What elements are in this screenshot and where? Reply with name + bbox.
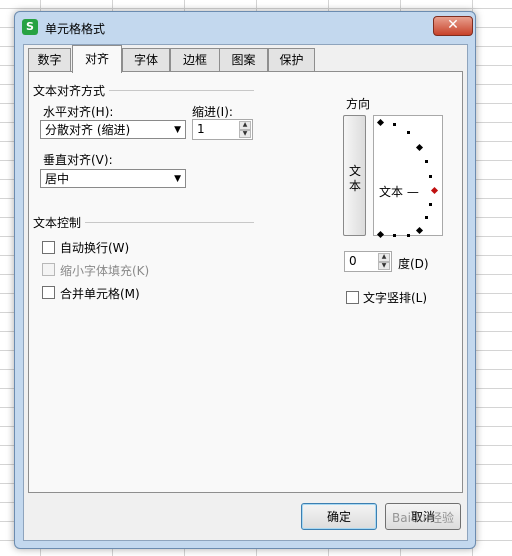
baidu-jingyan-watermark: Baidu 经验 [392, 511, 454, 525]
dial-marker [429, 175, 432, 178]
stacked-text-label: 文字竖排(L) [363, 291, 428, 305]
orientation-group-title: 方向 [346, 95, 371, 112]
shrink-to-fit-checkbox [42, 263, 55, 276]
tab-alignment[interactable]: 对齐 [72, 45, 122, 73]
dial-marker-45 [415, 143, 424, 152]
dialog-title: 单元格格式 [45, 22, 106, 36]
merge-cells-checkbox[interactable] [42, 286, 55, 299]
tab-border[interactable]: 边框 [170, 48, 220, 72]
dial-marker [393, 234, 396, 237]
text-control-group-title: 文本控制 [33, 214, 86, 231]
tab-font[interactable]: 字体 [122, 48, 170, 72]
indent-spinner[interactable]: 1 ▲ ▼ [192, 119, 253, 140]
tab-protection[interactable]: 保护 [268, 48, 315, 72]
ok-button-label: 确定 [326, 510, 351, 524]
shrink-to-fit-label: 缩小字体填充(K) [60, 264, 150, 278]
vertical-align-label: 垂直对齐(V): [43, 153, 113, 167]
tab-protection-label: 保护 [279, 53, 304, 67]
vertical-text-label: 文本 [349, 164, 362, 193]
merge-cells-label: 合并单元格(M) [60, 287, 140, 301]
dial-marker [425, 216, 428, 219]
indent-label: 缩进(I): [192, 105, 233, 119]
format-cells-dialog: S 单元格格式 ✕ 数字 对齐 字体 边框 图案 保护 文本对齐方式 水平对齐(… [14, 11, 476, 549]
title-bar[interactable]: S 单元格格式 ✕ [15, 12, 475, 42]
dialog-body: 数字 对齐 字体 边框 图案 保护 文本对齐方式 水平对齐(H): 分散对齐 (… [23, 44, 468, 541]
spin-down-icon[interactable]: ▼ [239, 129, 251, 138]
ok-button[interactable]: 确定 [301, 503, 377, 530]
dropdown-arrow-icon: ▼ [174, 125, 181, 135]
dial-marker-90 [376, 118, 385, 127]
spin-down-icon[interactable]: ▼ [378, 261, 390, 270]
dial-marker [393, 123, 396, 126]
tab-number[interactable]: 数字 [28, 48, 71, 72]
stacked-text-checkbox[interactable] [346, 291, 359, 304]
vertical-align-select[interactable]: 居中 ▼ [40, 169, 186, 188]
tab-font-label: 字体 [133, 53, 158, 67]
dial-marker [429, 203, 432, 206]
dropdown-arrow-icon: ▼ [174, 174, 181, 184]
spin-up-icon[interactable]: ▲ [378, 253, 390, 262]
wrap-text-label: 自动换行(W) [60, 241, 130, 255]
close-icon: ✕ [447, 17, 459, 33]
vertical-text-button[interactable]: 文本 [343, 115, 366, 236]
indent-value: 1 [197, 122, 205, 136]
group-divider [85, 222, 254, 223]
dial-marker [407, 131, 410, 134]
tab-alignment-label: 对齐 [84, 52, 109, 66]
tab-patterns-label: 图案 [231, 53, 256, 67]
tab-border-label: 边框 [182, 53, 207, 67]
degrees-label: 度(D) [398, 257, 429, 271]
vertical-align-value: 居中 [45, 172, 70, 186]
wps-spreadsheet-icon: S [22, 19, 38, 35]
tab-number-label: 数字 [37, 53, 62, 67]
degrees-spinner[interactable]: 0 ▲ ▼ [344, 251, 392, 272]
wrap-text-checkbox[interactable] [42, 241, 55, 254]
close-button[interactable]: ✕ [433, 16, 473, 36]
tab-patterns[interactable]: 图案 [219, 48, 268, 72]
degrees-value: 0 [349, 254, 357, 268]
spin-up-icon[interactable]: ▲ [239, 121, 251, 130]
dial-text-label: 文本 — [379, 185, 419, 199]
horizontal-align-select[interactable]: 分散对齐 (缩进) ▼ [40, 120, 186, 139]
orientation-dial[interactable]: 文本 — [373, 115, 443, 239]
dial-pointer-marker[interactable] [430, 186, 439, 195]
dial-marker-minus-45 [415, 226, 424, 235]
text-alignment-group-title: 文本对齐方式 [33, 82, 110, 99]
horizontal-align-label: 水平对齐(H): [43, 105, 114, 119]
horizontal-align-value: 分散对齐 (缩进) [45, 123, 131, 137]
dial-marker [425, 160, 428, 163]
group-divider [109, 90, 254, 91]
dial-marker [407, 234, 410, 237]
